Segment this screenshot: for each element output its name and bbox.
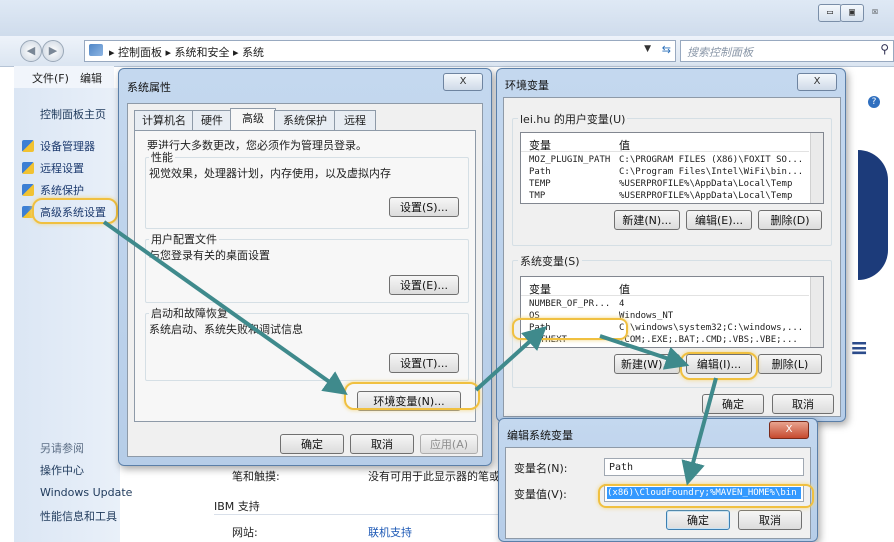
arrow-path-row-to-edit-button [599,334,690,370]
arrow-sidebar-to-env-button [102,220,348,395]
arrow-env-button-to-path-row [474,325,547,392]
guide-arrows [102,220,718,486]
arrow-edit-button-to-value-field [681,377,718,486]
